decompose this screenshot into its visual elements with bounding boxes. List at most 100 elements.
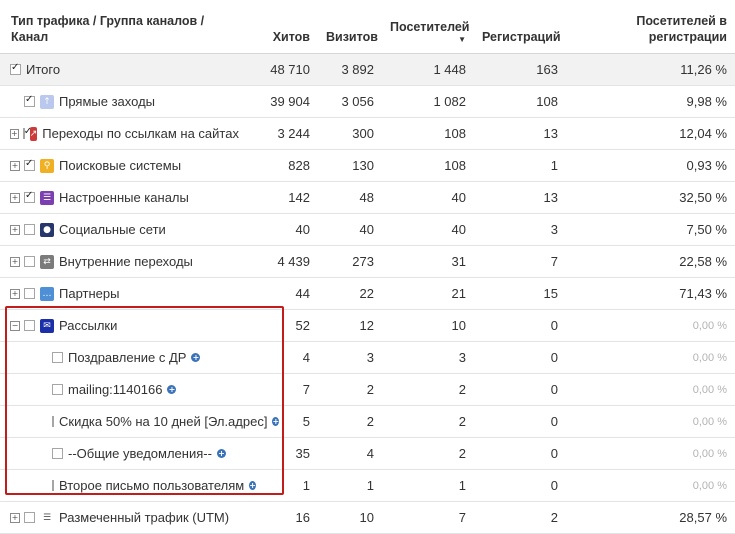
cell-visitors: 31: [382, 245, 474, 278]
expand-toggle-icon[interactable]: +: [10, 256, 20, 267]
expand-toggle-icon[interactable]: +: [10, 128, 19, 139]
cell-hits: 35: [244, 437, 318, 470]
table-row: ↑ Прямые заходы 39 9043 0561 0821089,98 %: [0, 85, 735, 118]
table-row: Поздравление с ДР +4 3 3 0 0,00 %: [0, 341, 735, 374]
row-name-cell: --Общие уведомления-- +: [0, 437, 244, 470]
cell-reg_visitors: 0,00 %: [566, 405, 735, 438]
table-row: + ⚲ Поисковые системы 82813010810,93 %: [0, 149, 735, 182]
row-checkbox[interactable]: [52, 352, 63, 363]
collapse-toggle-icon[interactable]: −: [10, 320, 20, 331]
expand-toggle-icon[interactable]: +: [10, 160, 20, 171]
cell-reg_visitors: 22,58 %: [566, 245, 735, 278]
cell-visits: 2: [318, 405, 382, 438]
row-checkbox[interactable]: [52, 384, 63, 395]
expand-toggle-icon[interactable]: +: [10, 288, 20, 299]
cell-hits: 7: [244, 373, 318, 406]
cell-registrations: 0: [474, 437, 566, 470]
row-name-cell: Второе письмо пользователям +: [0, 469, 256, 502]
up-arrow-icon: ↑: [40, 94, 54, 109]
row-label[interactable]: Рассылки: [59, 318, 117, 333]
cell-reg_visitors: 12,04 %: [566, 117, 735, 150]
cell-visits: 300: [318, 117, 382, 150]
cell-visits: 48: [318, 181, 382, 214]
row-label[interactable]: Социальные сети: [59, 222, 166, 237]
row-label: Поздравление с ДР: [68, 350, 187, 365]
table-row: mailing:1140166 +7 2 2 0 0,00 %: [0, 373, 735, 406]
table-row: Итого 48 7103 8921 44816311,26 %: [0, 53, 735, 86]
cell-visitors: 10: [382, 309, 474, 342]
cell-reg_visitors: 0,00 %: [566, 309, 735, 342]
row-name-cell: Итого: [0, 53, 244, 86]
cell-visitors: 40: [382, 181, 474, 214]
row-checkbox[interactable]: [24, 94, 35, 107]
row-checkbox[interactable]: [52, 416, 54, 427]
cell-registrations: 163: [474, 53, 566, 86]
cell-visitors: 2: [382, 437, 474, 470]
cell-registrations: 13: [474, 181, 566, 214]
row-label[interactable]: Прямые заходы: [59, 94, 155, 109]
header-visitors-label: Посетителей: [390, 20, 470, 34]
add-plus-icon[interactable]: +: [216, 449, 226, 458]
cell-registrations: 15: [474, 277, 566, 310]
cell-reg_visitors: 28,57 %: [566, 501, 735, 534]
cell-visits: 3: [318, 341, 382, 374]
cell-reg_visitors: 7,50 %: [566, 213, 735, 246]
row-checkbox[interactable]: [24, 512, 35, 523]
row-label[interactable]: Поисковые системы: [59, 158, 181, 173]
row-name-cell: ↑ Прямые заходы: [0, 85, 244, 118]
row-checkbox[interactable]: [24, 190, 35, 203]
cell-hits: 4 439: [244, 245, 318, 278]
add-plus-icon[interactable]: +: [272, 417, 280, 426]
cell-hits: 3 244: [244, 117, 318, 150]
header-visits[interactable]: Визитов: [318, 0, 382, 54]
expand-toggle-icon[interactable]: +: [10, 512, 20, 523]
cell-registrations: 0: [474, 469, 566, 502]
cell-visits: 1: [318, 469, 382, 502]
row-label[interactable]: Итого: [26, 62, 60, 77]
row-label[interactable]: Размеченный трафик (UTM): [59, 510, 229, 525]
row-checkbox[interactable]: [22, 126, 32, 139]
row-label[interactable]: Партнеры: [59, 286, 119, 301]
row-label: --Общие уведомления--: [68, 446, 212, 461]
table-row: --Общие уведомления-- +35 4 2 0 0,00 %: [0, 437, 735, 470]
header-visitors[interactable]: Посетителей ▼: [382, 0, 474, 54]
row-label[interactable]: Внутренние переходы: [59, 254, 193, 269]
row-label: Второе письмо пользователям: [59, 478, 245, 493]
add-plus-icon[interactable]: +: [249, 481, 256, 490]
header-hits[interactable]: Хитов: [244, 0, 318, 54]
search-icon: ⚲: [40, 158, 54, 173]
header-reg-visitors[interactable]: Посетителей в регистрации: [566, 0, 735, 54]
add-plus-icon[interactable]: +: [167, 385, 177, 394]
cell-visits: 40: [318, 213, 382, 246]
cell-registrations: 0: [474, 373, 566, 406]
row-checkbox[interactable]: [52, 448, 63, 459]
cell-hits: 828: [244, 149, 318, 182]
row-label[interactable]: Настроенные каналы: [59, 190, 189, 205]
header-registrations[interactable]: Регистраций: [474, 0, 566, 54]
cell-registrations: 0: [474, 309, 566, 342]
cell-reg_visitors: 11,26 %: [566, 53, 735, 86]
row-checkbox[interactable]: [24, 320, 35, 331]
row-checkbox[interactable]: [24, 256, 35, 267]
row-label[interactable]: Переходы по ссылкам на сайтах: [42, 126, 239, 141]
cell-visits: 130: [318, 149, 382, 182]
row-checkbox[interactable]: [24, 158, 35, 171]
table-header-row: Тип трафика / Группа каналов / Канал Хит…: [0, 0, 735, 54]
expand-toggle-icon[interactable]: +: [10, 192, 20, 203]
row-checkbox[interactable]: [10, 62, 21, 75]
row-checkbox[interactable]: [24, 224, 35, 235]
cell-registrations: 13: [474, 117, 566, 150]
header-name[interactable]: Тип трафика / Группа каналов / Канал: [0, 0, 244, 54]
row-checkbox[interactable]: [52, 480, 54, 491]
cell-visits: 3 056: [318, 85, 382, 118]
cell-reg_visitors: 0,00 %: [566, 341, 735, 374]
row-checkbox[interactable]: [24, 288, 35, 299]
cell-reg_visitors: 0,93 %: [566, 149, 735, 182]
add-plus-icon[interactable]: +: [191, 353, 201, 362]
sort-desc-icon: ▼: [458, 35, 466, 44]
cell-visits: 10: [318, 501, 382, 534]
expand-toggle-icon[interactable]: +: [10, 224, 20, 235]
cell-visitors: 7: [382, 501, 474, 534]
cell-registrations: 108: [474, 85, 566, 118]
cell-reg_visitors: 0,00 %: [566, 469, 735, 502]
